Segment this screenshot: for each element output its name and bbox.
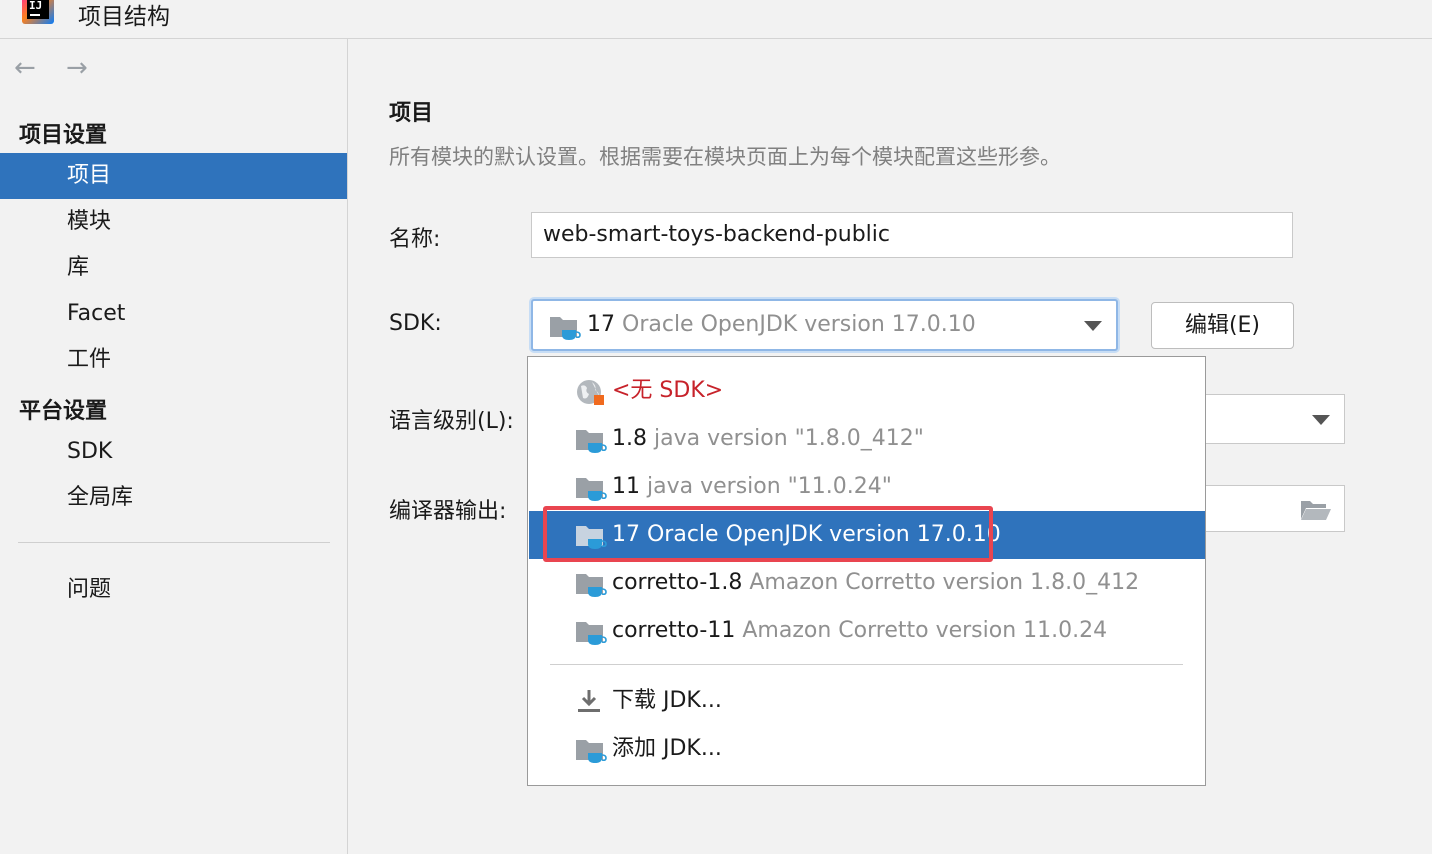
jdk-folder-icon xyxy=(576,740,607,763)
title-bar: IJ 项目结构 xyxy=(0,0,1432,39)
jdk-folder-icon xyxy=(576,526,607,549)
sidebar-divider xyxy=(18,542,330,543)
sdk-option-11[interactable]: 11 java version "11.0.24" xyxy=(529,463,1205,511)
download-jdk-label: 下载 JDK... xyxy=(612,688,722,713)
sdk-option-none-label: <无 SDK> xyxy=(612,378,724,403)
chevron-down-icon[interactable] xyxy=(1312,415,1330,425)
sdk-selected-name: 17 xyxy=(587,312,615,337)
name-label: 名称: xyxy=(389,227,441,252)
download-icon xyxy=(578,690,600,712)
sdk-selected-description: Oracle OpenJDK version 17.0.10 xyxy=(622,312,976,337)
no-sdk-globe-icon xyxy=(577,380,604,405)
sdk-option-description: Amazon Corretto version 1.8.0_412 xyxy=(749,570,1140,595)
sdk-option-description: java version "11.0.24" xyxy=(647,474,892,499)
sidebar-item-problems[interactable]: 问题 xyxy=(0,567,347,613)
sidebar-item-modules[interactable]: 模块 xyxy=(0,199,347,245)
jdk-folder-icon xyxy=(576,430,607,453)
dropdown-divider xyxy=(550,664,1183,665)
jdk-folder-icon xyxy=(550,317,581,340)
page-title: 项目 xyxy=(389,101,434,126)
sdk-option-1-8[interactable]: 1.8 java version "1.8.0_412" xyxy=(529,415,1205,463)
sdk-option-name: corretto-11 xyxy=(612,618,736,643)
compiler-output-label: 编译器输出: xyxy=(389,499,507,524)
download-jdk-option[interactable]: 下载 JDK... xyxy=(529,677,1205,725)
sidebar: ← → 项目设置 项目 模块 库 Facet 工件 平台设置 SDK 全局库 问… xyxy=(0,39,348,854)
language-level-select[interactable] xyxy=(1203,394,1345,444)
jdk-folder-icon xyxy=(576,574,607,597)
add-jdk-option[interactable]: 添加 JDK... xyxy=(529,725,1205,773)
sdk-dropdown-list: <无 SDK> 1.8 java version "1.8.0_412" 11 … xyxy=(527,356,1206,786)
sdk-option-none[interactable]: <无 SDK> xyxy=(529,367,1205,415)
forward-arrow-icon[interactable]: → xyxy=(66,53,88,83)
sdk-option-corretto-11[interactable]: corretto-11 Amazon Corretto version 11.0… xyxy=(529,607,1205,655)
sidebar-item-artifacts[interactable]: 工件 xyxy=(0,337,347,383)
sidebar-item-facets[interactable]: Facet xyxy=(0,291,347,337)
sidebar-item-libraries[interactable]: 库 xyxy=(0,245,347,291)
sdk-option-name: 17 Oracle OpenJDK version 17.0.10 xyxy=(612,522,1001,547)
intellij-logo-icon: IJ xyxy=(22,0,54,24)
jdk-folder-icon xyxy=(576,622,607,645)
sdk-option-name: 11 xyxy=(612,474,640,499)
project-name-input[interactable]: web-smart-toys-backend-public xyxy=(531,212,1293,258)
sidebar-group-project-settings: 项目设置 xyxy=(19,123,108,148)
sidebar-item-sdk[interactable]: SDK xyxy=(0,429,347,475)
sdk-option-name: 1.8 xyxy=(612,426,647,451)
add-jdk-label: 添加 JDK... xyxy=(612,736,722,761)
page-description: 所有模块的默认设置。根据需要在模块页面上为每个模块配置这些形参。 xyxy=(389,145,1061,169)
jdk-folder-icon xyxy=(576,478,607,501)
window-title: 项目结构 xyxy=(78,4,170,30)
sdk-option-corretto-1-8[interactable]: corretto-1.8 Amazon Corretto version 1.8… xyxy=(529,559,1205,607)
edit-sdk-button[interactable]: 编辑(E) xyxy=(1151,302,1294,349)
sdk-option-description: Amazon Corretto version 11.0.24 xyxy=(742,618,1108,643)
back-arrow-icon[interactable]: ← xyxy=(14,53,36,83)
sidebar-item-global-libraries[interactable]: 全局库 xyxy=(0,475,347,521)
compiler-output-field[interactable] xyxy=(1203,485,1345,532)
sdk-option-17[interactable]: 17 Oracle OpenJDK version 17.0.10 xyxy=(529,511,1205,559)
sdk-selected-value: 17 Oracle OpenJDK version 17.0.10 xyxy=(587,312,976,337)
sdk-option-description: java version "1.8.0_412" xyxy=(654,426,924,451)
sdk-label: SDK: xyxy=(389,311,442,336)
sidebar-item-project[interactable]: 项目 xyxy=(0,153,347,199)
sdk-option-name: corretto-1.8 xyxy=(612,570,743,595)
sdk-combobox[interactable]: 17 Oracle OpenJDK version 17.0.10 xyxy=(531,299,1118,351)
sidebar-group-platform-settings: 平台设置 xyxy=(19,399,108,424)
folder-open-icon[interactable] xyxy=(1300,499,1332,521)
chevron-down-icon[interactable] xyxy=(1084,321,1102,331)
language-level-label: 语言级别(L): xyxy=(389,409,514,434)
